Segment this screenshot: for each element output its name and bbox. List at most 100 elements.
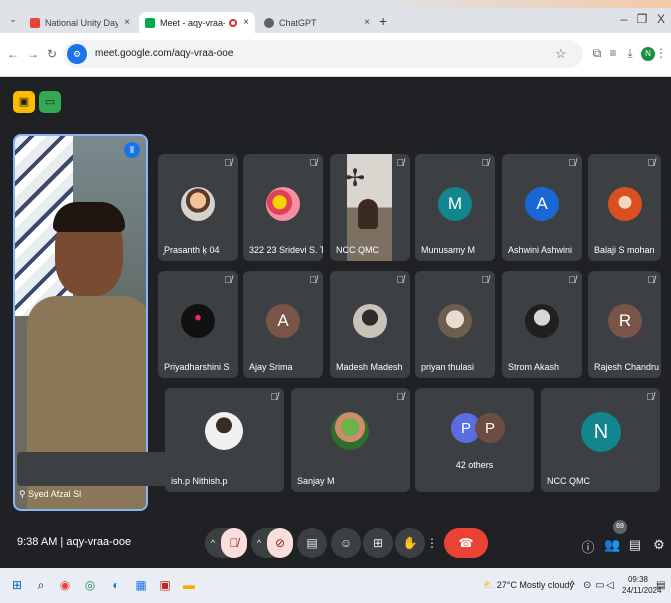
emoji-reactions-icon[interactable]: ☺ [331,528,361,558]
mic-off-icon[interactable]: 🎙̸ [221,528,247,558]
participant-tile[interactable]: 🎙̸ Madesh Madesh [330,271,410,378]
participant-avatar: N [581,412,621,452]
participant-tile[interactable]: 🎙̸ A Ashwini Ashwini [502,154,582,261]
participant-name: Sanjay M [297,476,335,486]
weather-icon: ⛅ [483,580,497,590]
mic-muted-icon: 🎙̸ [270,392,279,403]
windows-start-icon[interactable]: ⊞ [10,578,24,592]
app-icon[interactable]: ◐ [109,578,123,592]
extensions-icon[interactable]: ⧉ [589,46,605,61]
notifications-icon[interactable]: ▤ [656,580,665,591]
clock-date: 24/11/2024 [622,586,662,595]
participant-name: NCC QMC [336,245,379,255]
microphone-control[interactable]: ^ 🎙̸ [205,528,247,558]
reading-list-icon[interactable]: ≡ [605,46,621,60]
tab-chatgpt[interactable]: ChatGPT × [258,12,376,33]
participant-tile[interactable]: 🎙̸ A Ajay Srima [243,271,323,378]
participant-avatar: A [525,187,559,221]
camera-off-icon[interactable]: ⊘ [267,528,293,558]
activities-icon[interactable]: ⚙ [651,537,667,553]
participant-tile[interactable]: 🎙̸ Priyadharshini S [158,271,238,378]
download-icon[interactable]: ⤓ [622,46,638,61]
close-window-button[interactable]: X [652,12,670,26]
mic-muted-icon: 🎙̸ [568,158,577,169]
app-icon[interactable]: ▦ [134,578,148,592]
meeting-time: 9:38 AM [17,536,58,548]
participant-tile[interactable]: 🎙̸ 322 23 Sridevi S. T [243,154,323,261]
participant-avatar [353,304,387,338]
people-icon[interactable]: 👥 [604,537,620,553]
participant-tile[interactable]: 🎙̸ ish.p Nithish.p [165,388,284,492]
participant-name: ̧Prasanth ķ 04 [164,245,220,255]
tab-close-icon[interactable]: × [243,17,249,28]
participant-tile[interactable]: 🎙̸ Sanjay M [291,388,410,492]
address-bar[interactable]: ⚙ meet.google.com/aqy-vraa-ooe ☆ [63,40,583,68]
reload-icon[interactable]: ↻ [45,47,59,61]
meet-control-bar: 9:38 AM | aqy-vraa-ooe ^ 🎙̸ ^ ⊘ ▤ ☺ ⊞ ✋ … [0,520,671,568]
participant-tile[interactable]: 🎙̸ ̧Prasanth ķ 04 [158,154,238,261]
participant-tile[interactable]: 🎙̸ Balaji S mohan [588,154,661,261]
participant-tile[interactable]: 🎙̸ R Rajesh Chandru [588,271,661,378]
mic-muted-icon: 🎙̸ [646,392,655,403]
tab-list-chevron-icon[interactable]: ⌄ [6,12,20,26]
forward-arrow-icon[interactable]: → [26,47,40,61]
participant-video-person [358,199,378,229]
back-arrow-icon[interactable]: ← [6,47,20,61]
others-avatar: P [475,413,505,443]
mic-muted-icon: 🎙̸ [647,275,656,286]
tab-strip-decoration [371,0,671,8]
mic-muted-icon: 🎙̸ [647,158,656,169]
minimize-button[interactable]: – [615,12,633,26]
companion-mode-icon[interactable]: ▭ [39,91,61,113]
browser-menu-icon[interactable]: ⋮ [655,46,667,60]
tab-national-unity-day[interactable]: National Unity Day - 2024 - ncc × [24,12,136,33]
raise-hand-icon[interactable]: ✋ [395,528,425,558]
weather-widget[interactable]: ⛅ 27°C Mostly cloudy [483,580,574,591]
participant-tile[interactable]: 🎙̸ N NCC QMC [541,388,660,492]
mic-options-chevron-icon[interactable]: ^ [205,538,221,548]
participant-avatar [525,304,559,338]
participant-name: 322 23 Sridevi S. T [249,245,323,255]
more-options-icon[interactable]: ⋮ [426,528,438,558]
camera-options-chevron-icon[interactable]: ^ [251,538,267,548]
participant-avatar [608,187,642,221]
meeting-info-icon[interactable]: ⓘ [580,537,596,556]
file-explorer-icon[interactable]: ▬ [182,578,196,592]
tab-meet[interactable]: Meet - aqy-vraa-ooe × [139,12,255,33]
participant-tile[interactable]: 🎙̸ M Munusamy M [415,154,495,261]
participant-video-tile[interactable]: ✢ 🎙̸ NCC QMC [330,154,410,261]
network-icon[interactable]: ⊙ [583,580,591,591]
system-clock[interactable]: 09:38 24/11/2024 [622,574,662,596]
mic-muted-icon: 🎙̸ [396,392,405,403]
bookmark-star-icon[interactable]: ☆ [555,46,567,62]
site-info-icon[interactable]: ⚙ [67,44,87,64]
meeting-details-icon[interactable]: ▣ [13,91,35,113]
present-screen-icon[interactable]: ⊞ [363,528,393,558]
participant-name: ish.p Nithish.p [171,476,228,486]
ceiling-fan: ✢ [345,165,366,192]
others-count-label: 42 others [455,460,494,470]
participant-name: Priyadharshini S [164,362,230,372]
tab-close-icon[interactable]: × [364,17,370,28]
chat-icon[interactable]: ▤ [627,537,643,553]
others-tile[interactable]: P P 42 others [415,388,534,492]
new-tab-button[interactable]: + [379,13,387,29]
volume-icon[interactable]: ◁ [606,580,614,591]
chrome-icon[interactable]: ◉ [58,578,72,592]
speaker-hair [53,202,125,232]
search-icon[interactable]: ⌕ [34,578,48,592]
tray-chevron-icon[interactable]: ^ [570,580,575,591]
maximize-button[interactable]: ❐ [633,12,651,26]
camera-control[interactable]: ^ ⊘ [251,528,293,558]
participant-count-badge: 69 [613,520,627,534]
tab-title: Meet - aqy-vraa-ooe [160,17,226,28]
leave-call-button[interactable]: ☎ [444,528,488,558]
pdf-icon[interactable]: ▣ [158,578,172,592]
captions-icon[interactable]: ▤ [297,528,327,558]
tab-close-icon[interactable]: × [124,17,130,28]
profile-avatar[interactable]: N [641,47,655,61]
whatsapp-icon[interactable]: ◎ [83,578,97,592]
participant-tile[interactable]: 🎙̸ Strom Akash [502,271,582,378]
participant-tile[interactable]: 🎙̸ priyan thulasi [415,271,495,378]
display-icon[interactable]: ▭ [595,580,604,591]
